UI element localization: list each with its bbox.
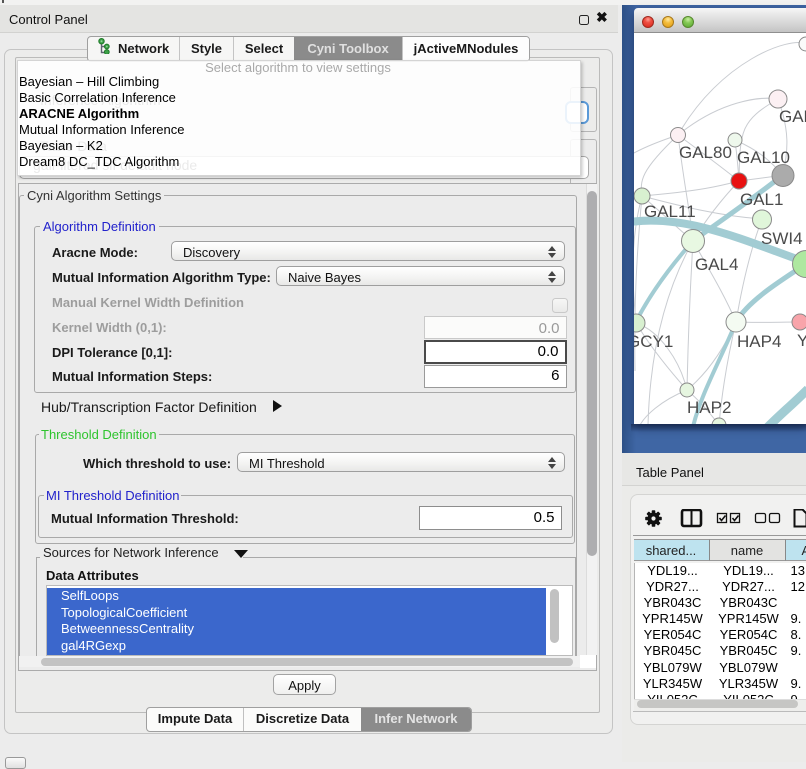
svg-text:GAL1: GAL1 <box>740 190 783 209</box>
svg-text:GCY1: GCY1 <box>634 332 673 351</box>
svg-text:GAL80: GAL80 <box>679 143 732 162</box>
svg-text:GAL7: GAL7 <box>779 107 806 126</box>
svg-text:GAL4: GAL4 <box>695 255 738 274</box>
svg-text:SWI4: SWI4 <box>761 229 803 248</box>
svg-text:HAP4: HAP4 <box>737 332 781 351</box>
svg-text:GAL11: GAL11 <box>644 202 696 221</box>
svg-text:Y: Y <box>797 331 806 350</box>
svg-text:GAL10: GAL10 <box>737 148 790 167</box>
svg-text:HAP2: HAP2 <box>687 398 731 417</box>
